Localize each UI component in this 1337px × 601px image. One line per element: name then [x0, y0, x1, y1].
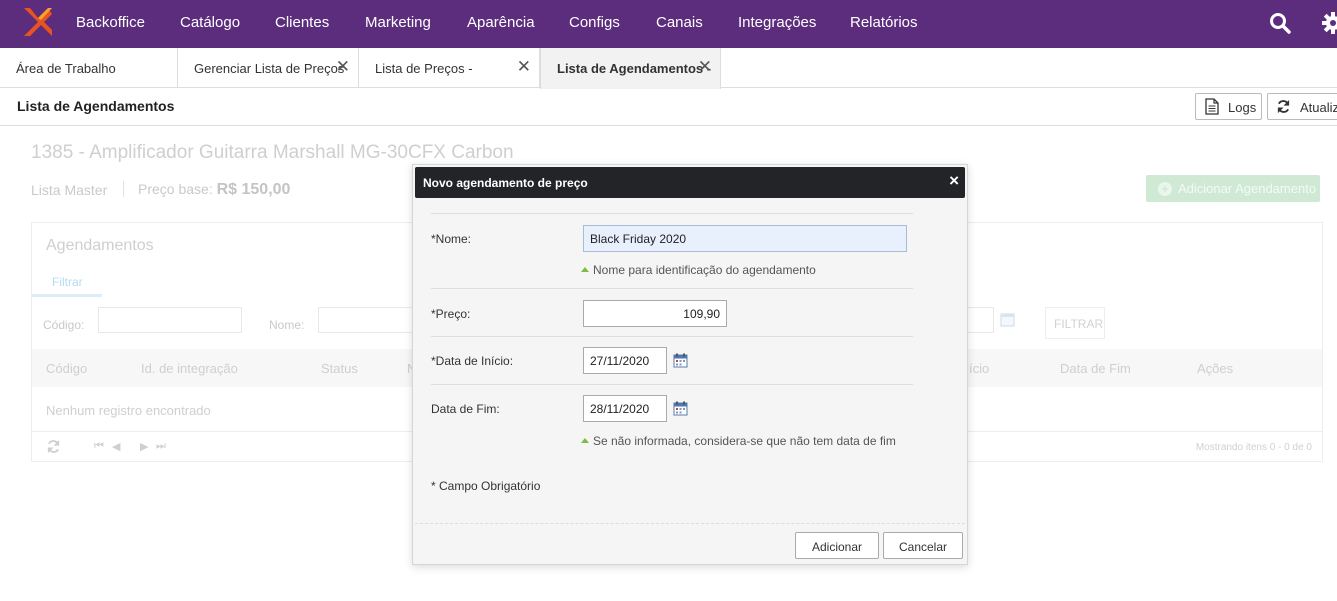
document-icon [1205, 98, 1219, 115]
nav-integracoes[interactable]: Integrações [738, 14, 816, 31]
divider [415, 523, 965, 524]
base-price: Preço base: R$ 150,00 [138, 181, 290, 199]
caret-up-icon [581, 438, 589, 443]
column-header[interactable]: Status [321, 361, 358, 376]
calendar-icon[interactable] [673, 353, 688, 368]
divider [123, 181, 124, 197]
next-page-icon[interactable]: ▶ [140, 440, 148, 453]
filter-name-input[interactable] [318, 307, 418, 333]
filter-button[interactable]: FILTRAR [1045, 307, 1105, 339]
last-page-icon[interactable]: ⏭ [156, 440, 166, 453]
refresh-icon[interactable] [46, 439, 61, 454]
refresh-button[interactable]: Atualiz [1267, 93, 1337, 120]
end-date-hint: Se não informada, considera-se que não t… [581, 434, 896, 448]
close-icon[interactable]: ✕ [517, 57, 531, 77]
tab-lista-de-agendamentos[interactable]: Lista de Agendamentos - ✕ [540, 48, 721, 89]
nav-aparencia[interactable]: Aparência [467, 14, 535, 31]
cancel-button[interactable]: Cancelar [883, 532, 963, 559]
tab-area-de-trabalho[interactable]: Área de Trabalho [0, 48, 178, 88]
base-price-label: Preço base: [138, 181, 213, 197]
end-date-hint-text: Se não informada, considera-se que não t… [593, 434, 896, 448]
panel-title: Agendamentos [46, 237, 154, 254]
caret-up-icon [581, 267, 589, 272]
tab-bar: Área de Trabalho Gerenciar Lista de Preç… [0, 48, 1337, 89]
top-navigation: Backoffice Catálogo Clientes Marketing A… [0, 0, 1337, 48]
divider [431, 213, 913, 214]
start-date-input[interactable] [583, 347, 667, 374]
page-header: Lista de Agendamentos Logs Atualiz [0, 88, 1337, 126]
price-label: *Preço: [431, 307, 471, 321]
tab-lista-de-precos[interactable]: Lista de Preços - ✕ [359, 48, 540, 88]
column-header[interactable]: Id. de integração [141, 361, 238, 376]
search-icon[interactable] [1269, 12, 1291, 34]
end-date-label: Data de Fim: [431, 402, 500, 416]
calendar-icon[interactable] [1000, 312, 1015, 327]
column-header[interactable]: Data de Fim [1060, 361, 1131, 376]
end-date-input[interactable] [583, 395, 667, 422]
tab-label: Lista de Preços - [375, 61, 473, 76]
calendar-icon[interactable] [673, 401, 688, 416]
required-note: * Campo Obrigatório [431, 479, 541, 493]
nav-relatorios[interactable]: Relatórios [850, 14, 918, 31]
first-page-icon[interactable]: ⏮ [94, 440, 104, 453]
dialog-title: Novo agendamento de preço [423, 176, 588, 190]
dialog-header: Novo agendamento de preço × [415, 167, 965, 198]
start-date-label: *Data de Início: [431, 354, 514, 368]
nav-clientes[interactable]: Clientes [275, 14, 329, 31]
prev-page-icon[interactable]: ◀ [112, 440, 120, 453]
name-input[interactable] [583, 225, 907, 252]
logs-button[interactable]: Logs [1195, 93, 1262, 120]
empty-message: Nenhum registro encontrado [46, 403, 211, 418]
filter-code-input[interactable] [98, 307, 242, 333]
divider [431, 384, 913, 385]
nav-catalogo[interactable]: Catálogo [180, 14, 240, 31]
column-header: Ações [1197, 361, 1234, 376]
tab-label: Gerenciar Lista de Preços [194, 61, 345, 76]
filter-name-label: Nome: [269, 318, 305, 332]
close-icon[interactable]: × [949, 171, 959, 191]
tab-label: Área de Trabalho [16, 61, 116, 76]
close-icon[interactable]: ✕ [336, 57, 350, 77]
plus-icon: + [1158, 182, 1172, 196]
list-name: Lista Master [31, 182, 108, 198]
filter-code-label: Código: [43, 318, 85, 332]
tab-gerenciar-lista[interactable]: Gerenciar Lista de Preços ✕ [178, 48, 359, 88]
add-schedule-label: Adicionar Agendamento [1178, 181, 1317, 196]
tab-label: Lista de Agendamentos - [557, 61, 712, 76]
name-label: *Nome: [431, 232, 472, 246]
nav-marketing[interactable]: Marketing [365, 14, 431, 31]
nav-backoffice[interactable]: Backoffice [76, 14, 145, 31]
nav-canais[interactable]: Canais [656, 14, 703, 31]
gear-icon[interactable] [1322, 12, 1337, 34]
column-header[interactable]: Código [46, 361, 87, 376]
tab-filtrar[interactable]: Filtrar [32, 267, 102, 297]
add-schedule-button[interactable]: + Adicionar Agendamento [1146, 175, 1320, 202]
page-title: Lista de Agendamentos [17, 98, 175, 114]
base-price-value: R$ 150,00 [216, 181, 291, 198]
new-schedule-dialog: Novo agendamento de preço × *Nome: Nome … [412, 164, 968, 565]
refresh-icon [1277, 99, 1290, 114]
divider [431, 336, 913, 337]
pager-info: Mostrando itens 0 - 0 de 0 [1195, 442, 1312, 453]
refresh-label: Atualiz [1300, 100, 1337, 115]
product-title: 1385 - Amplificador Guitarra Marshall MG… [31, 142, 514, 163]
price-input[interactable] [583, 300, 727, 327]
column-header[interactable]: ício [969, 361, 989, 376]
name-hint-text: Nome para identificação do agendamento [593, 263, 816, 277]
name-hint: Nome para identificação do agendamento [581, 263, 816, 277]
logs-label: Logs [1228, 100, 1257, 115]
divider [431, 288, 913, 289]
close-icon[interactable]: ✕ [698, 57, 712, 77]
add-button[interactable]: Adicionar [795, 532, 879, 559]
nav-configs[interactable]: Configs [569, 14, 620, 31]
